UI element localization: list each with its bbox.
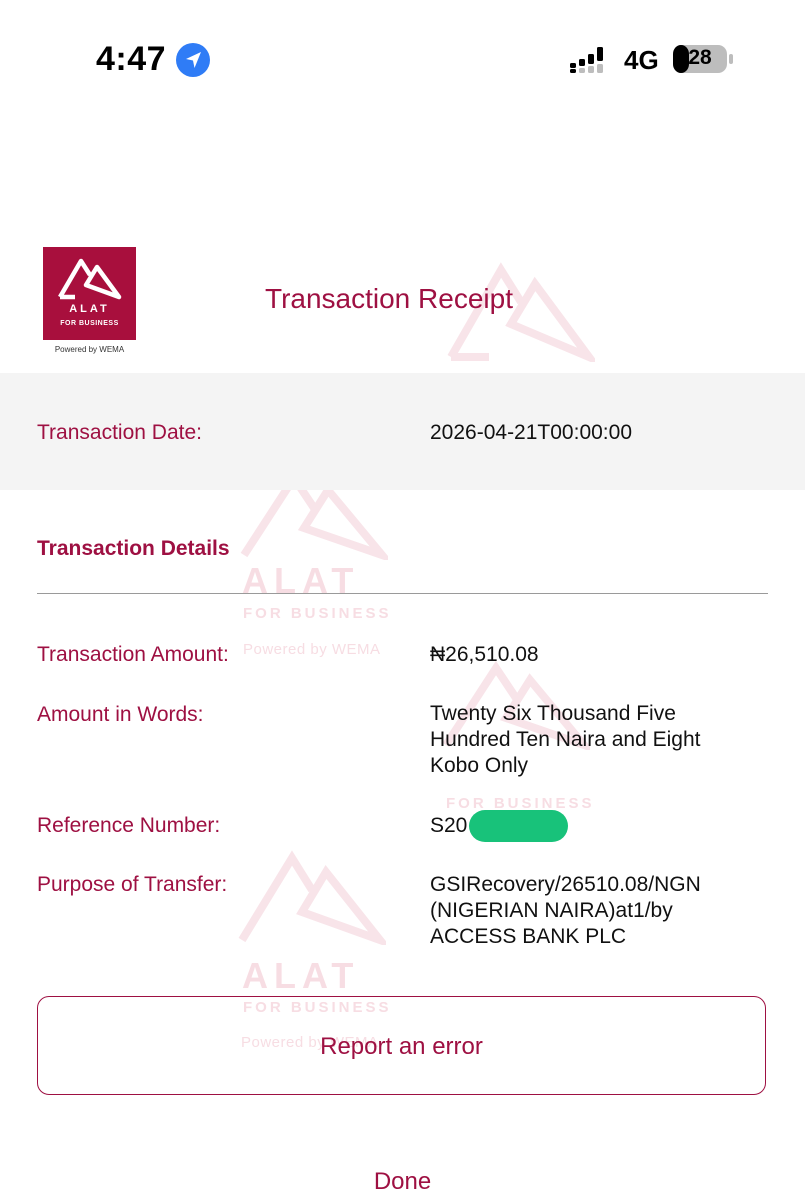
reference-label: Reference Number: (37, 814, 221, 837)
battery-level: 28 (688, 46, 712, 69)
watermark-word: ALAT (242, 560, 360, 601)
watermark-logo-icon (238, 850, 386, 945)
transaction-date-label: Transaction Date: (37, 421, 202, 444)
amount-words-line: Kobo Only (430, 754, 529, 777)
status-time: 4:47 (96, 40, 167, 78)
powered-by: Powered by WEMA (54, 345, 125, 354)
status-bar: 4:47 4G 28 (0, 0, 805, 110)
redaction-mark (469, 810, 568, 842)
watermark-powered: Powered by WEMA (243, 641, 381, 658)
amount-words-line: Twenty Six Thousand Five (430, 702, 676, 725)
reference-value: S20 (430, 814, 468, 837)
logo-word: ALAT (69, 303, 110, 315)
logo-sub: FOR BUSINESS (60, 320, 119, 327)
watermark-word: ALAT (242, 955, 360, 996)
alat-logo-mark-icon (58, 258, 122, 300)
alat-logo: ALAT FOR BUSINESS (43, 247, 136, 340)
location-arrow-icon (176, 43, 210, 77)
signal-bars-icon (570, 47, 603, 73)
transaction-date-value: 2026-04-21T00:00:00 (430, 421, 632, 444)
amount-words-value: Twenty Six Thousand Five Hundred Ten Nai… (430, 701, 700, 779)
amount-label: Transaction Amount: (37, 643, 229, 666)
watermark-sub: FOR BUSINESS (243, 605, 392, 622)
purpose-line: ACCESS BANK PLC (430, 925, 627, 948)
network-type: 4G (624, 45, 659, 75)
purpose-value: GSIRecovery/26510.08/NGN (NIGERIAN NAIRA… (430, 872, 701, 950)
section-title: Transaction Details (37, 537, 230, 560)
amount-words-label: Amount in Words: (37, 703, 204, 726)
report-error-button[interactable]: Report an error (37, 996, 766, 1095)
purpose-line: (NIGERIAN NAIRA)at1/by (430, 899, 673, 922)
amount-words-line: Hundred Ten Naira and Eight (430, 728, 701, 751)
purpose-label: Purpose of Transfer: (37, 873, 228, 896)
amount-value: ₦26,510.08 (430, 643, 539, 666)
done-button[interactable]: Done (0, 1168, 805, 1196)
divider (37, 593, 768, 594)
page-title: Transaction Receipt (265, 283, 513, 314)
purpose-line: GSIRecovery/26510.08/NGN (430, 873, 701, 896)
